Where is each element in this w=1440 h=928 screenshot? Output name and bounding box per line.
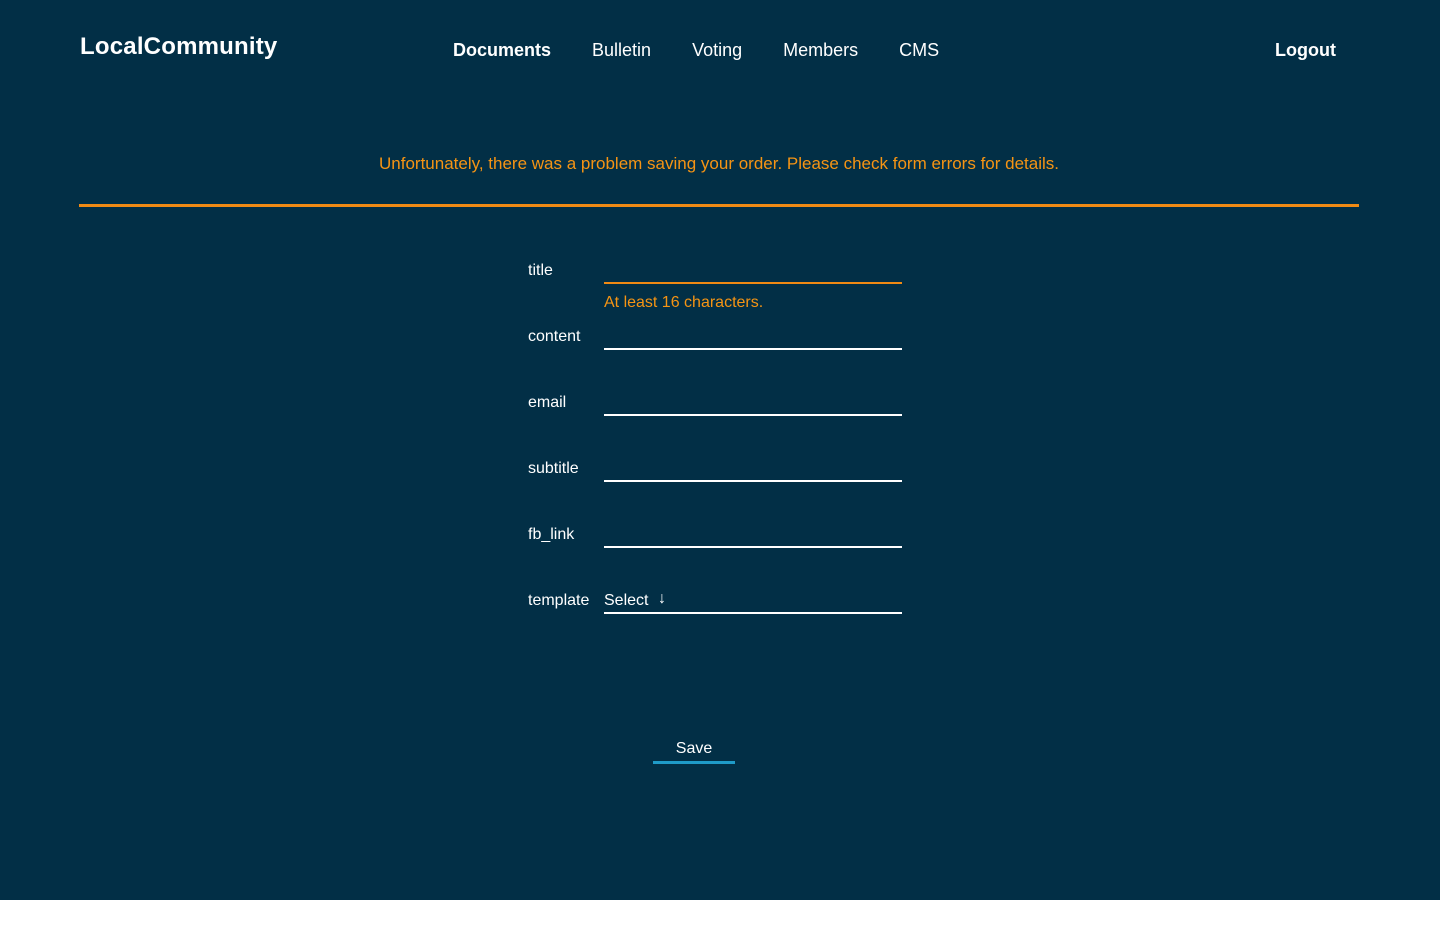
arrow-down-icon: ↓ bbox=[658, 590, 666, 607]
main-nav: Documents Bulletin Voting Members CMS bbox=[453, 40, 939, 61]
save-button[interactable]: Save bbox=[653, 740, 735, 764]
fb-link-label: fb_link bbox=[528, 526, 575, 543]
form-row-fb-link: fb_link bbox=[528, 518, 908, 566]
content-input[interactable] bbox=[604, 320, 902, 350]
subtitle-label: subtitle bbox=[528, 460, 579, 477]
template-label: template bbox=[528, 592, 590, 609]
nav-item-members[interactable]: Members bbox=[783, 40, 858, 61]
nav-item-cms[interactable]: CMS bbox=[899, 40, 939, 61]
brand-logo[interactable]: LocalCommunity bbox=[80, 33, 277, 61]
fb-link-input[interactable] bbox=[604, 518, 902, 548]
nav-item-bulletin[interactable]: Bulletin bbox=[592, 40, 651, 61]
error-alert-divider bbox=[79, 204, 1359, 207]
nav-item-documents[interactable]: Documents bbox=[453, 40, 551, 61]
subtitle-input[interactable] bbox=[604, 452, 902, 482]
form-row-email: email bbox=[528, 386, 908, 434]
email-input[interactable] bbox=[604, 386, 902, 416]
error-alert-message: Unfortunately, there was a problem savin… bbox=[379, 154, 1059, 173]
title-input[interactable] bbox=[604, 254, 902, 284]
content-label: content bbox=[528, 328, 581, 345]
template-select-value: Select bbox=[604, 592, 649, 609]
app-root: LocalCommunity Documents Bulletin Voting… bbox=[0, 0, 1440, 900]
title-error-message: At least 16 characters. bbox=[604, 294, 764, 311]
form-row-content: content bbox=[528, 320, 908, 368]
logout-link[interactable]: Logout bbox=[1275, 40, 1336, 61]
title-label: title bbox=[528, 262, 553, 279]
email-label: email bbox=[528, 394, 567, 411]
form-row-subtitle: subtitle bbox=[528, 452, 908, 500]
form-row-template: template Select ↓ bbox=[528, 590, 908, 632]
nav-item-voting[interactable]: Voting bbox=[692, 40, 742, 61]
template-select[interactable]: Select ↓ bbox=[604, 584, 902, 614]
